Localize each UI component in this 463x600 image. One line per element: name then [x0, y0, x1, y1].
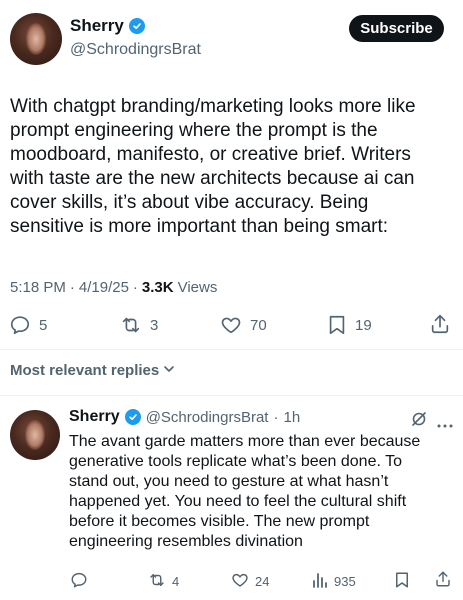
share-icon — [434, 570, 452, 591]
reply-views-count: 935 — [334, 574, 356, 589]
reply-bookmark-button[interactable] — [394, 571, 410, 592]
tweet-line: With chatgpt branding/marketing looks mo… — [10, 96, 416, 117]
reply-line: happened yet. You need to feel the cultu… — [69, 493, 407, 510]
tweet-date[interactable]: 4/19/25 — [79, 279, 129, 296]
tweet-line: cover skills, it’s about vibe accuracy. … — [10, 192, 369, 213]
views-count: 3.3K — [141, 279, 174, 296]
bar-chart-icon — [312, 571, 328, 592]
reply-line: generative tools replicate what’s been d… — [69, 453, 402, 470]
reply-button[interactable]: 5 — [9, 314, 47, 336]
reply-like-button[interactable]: 24 — [231, 571, 269, 592]
divider — [0, 349, 463, 350]
reply-separator: · — [273, 408, 279, 426]
reply-line: stand out, you need to gesture at what h… — [69, 473, 389, 490]
share-icon — [429, 313, 451, 335]
meta-separator: · — [132, 279, 138, 296]
verified-badge-icon — [124, 409, 141, 425]
like-count: 70 — [250, 316, 267, 334]
repost-button[interactable]: 3 — [120, 314, 158, 336]
author-avatar[interactable] — [10, 13, 62, 65]
tweet-meta: 5:18 PM · 4/19/25 · 3.3K Views — [10, 279, 217, 296]
reply-reply-button[interactable] — [70, 571, 88, 592]
replies-sort-dropdown[interactable]: Most relevant replies — [10, 362, 175, 379]
bookmark-count: 19 — [355, 316, 372, 334]
reply-age[interactable]: 1h — [283, 409, 300, 426]
repost-count: 3 — [150, 316, 159, 334]
reply-repost-button[interactable]: 4 — [148, 571, 179, 592]
reply-text: The avant garde matters more than ever b… — [69, 432, 459, 552]
replies-sort-label: Most relevant replies — [10, 362, 160, 379]
reply-like-count: 24 — [255, 574, 270, 589]
reply-author-name[interactable]: Sherry — [69, 408, 120, 426]
grok-icon[interactable] — [410, 410, 428, 433]
tweet-line: with taste are the new architects becaus… — [10, 168, 415, 189]
reply-author-handle[interactable]: @SchrodingrsBrat — [146, 409, 269, 426]
reply-count: 5 — [39, 316, 48, 334]
tweet-text: With chatgpt branding/marketing looks mo… — [10, 95, 458, 239]
divider — [0, 395, 463, 396]
repost-icon — [120, 314, 142, 336]
heart-icon — [220, 314, 242, 336]
share-button[interactable] — [429, 313, 451, 335]
author-handle[interactable]: @SchrodingrsBrat — [70, 41, 201, 59]
reply-views-button[interactable]: 935 — [312, 571, 356, 592]
chevron-down-icon — [163, 362, 175, 379]
reply-share-button[interactable] — [434, 570, 452, 591]
bookmark-button[interactable]: 19 — [327, 314, 372, 336]
reply-line: before it becomes visible. The new promp… — [69, 513, 370, 530]
reply-line: engineering resembles divination — [69, 533, 303, 550]
heart-icon — [231, 571, 249, 592]
tweet-line: prompt engineering where the prompt is t… — [10, 120, 378, 141]
reply-author-avatar[interactable] — [10, 410, 60, 460]
reply-line: The avant garde matters more than ever b… — [69, 433, 421, 450]
like-button[interactable]: 70 — [220, 314, 267, 336]
tweet-line: sensitive is more important than being s… — [10, 216, 389, 237]
tweet-line: moodboard, manifesto, or creative brief.… — [10, 144, 411, 165]
views-label: Views — [177, 279, 218, 296]
author-name[interactable]: Sherry — [70, 16, 124, 36]
subscribe-button[interactable]: Subscribe — [349, 15, 444, 42]
repost-icon — [148, 571, 166, 592]
reply-repost-count: 4 — [172, 574, 180, 589]
reply-icon — [70, 571, 88, 592]
tweet-time[interactable]: 5:18 PM — [10, 279, 66, 296]
verified-badge-icon — [128, 18, 145, 34]
reply-header: Sherry @SchrodingrsBrat · 1h — [69, 408, 300, 426]
bookmark-icon — [327, 314, 347, 336]
meta-separator: · — [69, 279, 75, 296]
bookmark-icon — [394, 571, 410, 592]
reply-icon — [9, 314, 31, 336]
